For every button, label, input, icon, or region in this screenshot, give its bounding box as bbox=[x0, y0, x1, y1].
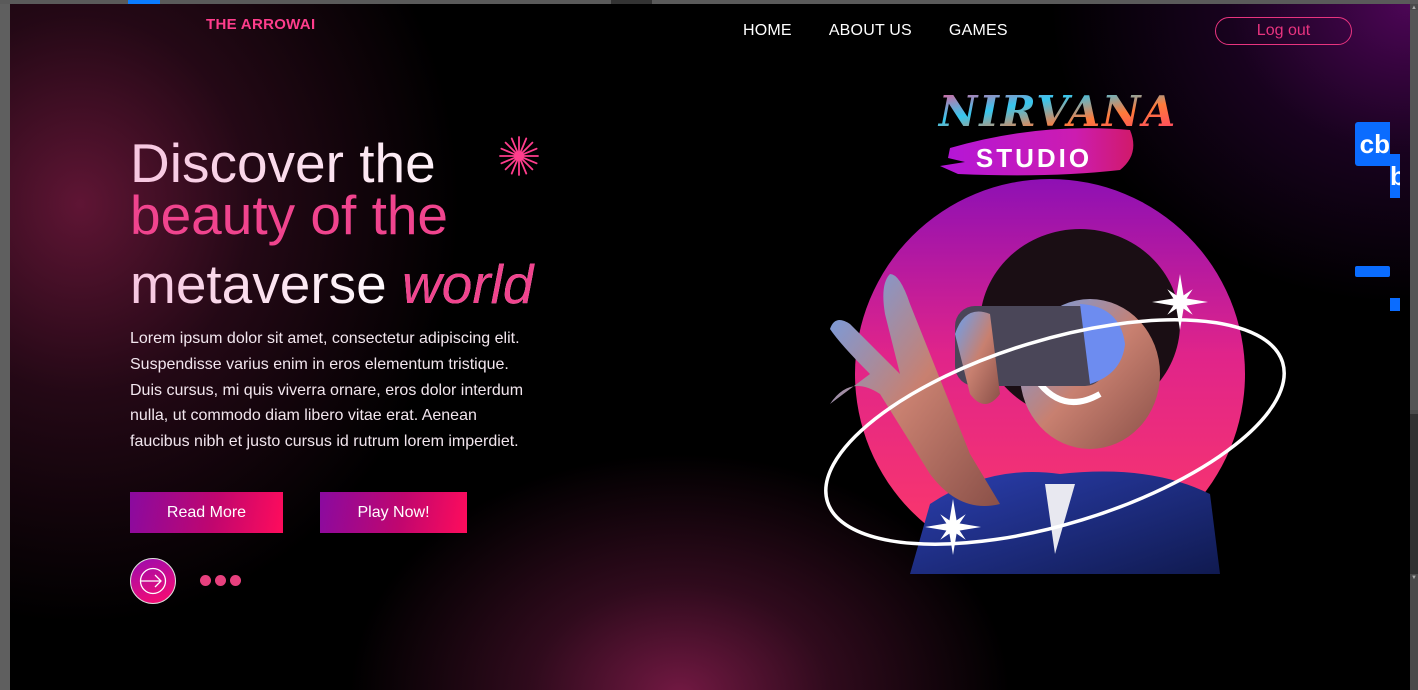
headline-line-1: Discover the bbox=[130, 136, 533, 191]
logo-nirvana-text: NIRVANA bbox=[937, 87, 1177, 136]
nirvana-studio-logo: NIRVANA STUDIO bbox=[937, 87, 1177, 176]
headline-line-3: metaverse world bbox=[130, 257, 533, 312]
nav-about-us[interactable]: ABOUT US bbox=[829, 22, 912, 40]
widget-label-2: b bbox=[1390, 161, 1400, 191]
starburst-icon bbox=[499, 136, 539, 176]
logout-button[interactable]: Log out bbox=[1215, 17, 1352, 45]
floating-widget-button[interactable]: cb bbox=[1355, 122, 1390, 166]
headline-line-2: beauty of the bbox=[130, 184, 449, 246]
next-slide-button[interactable] bbox=[130, 558, 176, 604]
scrollbar-track[interactable] bbox=[1410, 414, 1418, 574]
nav-home[interactable]: HOME bbox=[743, 22, 792, 40]
widget-label: cb bbox=[1359, 129, 1390, 159]
headline-accent-word: world bbox=[402, 253, 534, 315]
slide-pager bbox=[200, 575, 241, 586]
play-now-button[interactable]: Play Now! bbox=[320, 492, 467, 533]
landing-page: THE ARROWAI HOME ABOUT US GAMES Log out … bbox=[10, 4, 1410, 690]
brand-logo[interactable]: THE ARROWAI bbox=[206, 16, 315, 33]
browser-top-strip bbox=[0, 0, 1418, 4]
main-nav: HOME ABOUT US GAMES bbox=[743, 22, 1008, 40]
scrollbar-thumb[interactable] bbox=[1410, 10, 1418, 410]
left-frame-border bbox=[0, 0, 10, 690]
scroll-down-arrow-icon[interactable]: ▼ bbox=[1411, 575, 1417, 581]
nav-games[interactable]: GAMES bbox=[949, 22, 1008, 40]
floating-widget-marker[interactable] bbox=[1390, 298, 1400, 311]
floating-widget-bar[interactable] bbox=[1355, 266, 1390, 277]
read-more-button[interactable]: Read More bbox=[130, 492, 283, 533]
pager-dot[interactable] bbox=[215, 575, 226, 586]
hero-description: Lorem ipsum dolor sit amet, consectetur … bbox=[130, 330, 524, 451]
hero-headline: Discover the beauty of the metaverse wor… bbox=[130, 136, 533, 312]
headline-plain-word: metaverse bbox=[130, 253, 387, 315]
pager-dot[interactable] bbox=[200, 575, 211, 586]
active-tab-indicator[interactable] bbox=[128, 0, 160, 4]
floating-widget-tab[interactable]: b bbox=[1390, 154, 1400, 198]
hero-illustration: NIRVANA STUDIO bbox=[824, 87, 1286, 574]
tab-divider bbox=[611, 0, 652, 4]
logo-studio-text: STUDIO bbox=[976, 143, 1092, 173]
pager-dot[interactable] bbox=[230, 575, 241, 586]
vertical-scrollbar[interactable]: ▲ ▼ bbox=[1410, 4, 1418, 690]
arrow-right-circle-icon bbox=[139, 567, 167, 595]
